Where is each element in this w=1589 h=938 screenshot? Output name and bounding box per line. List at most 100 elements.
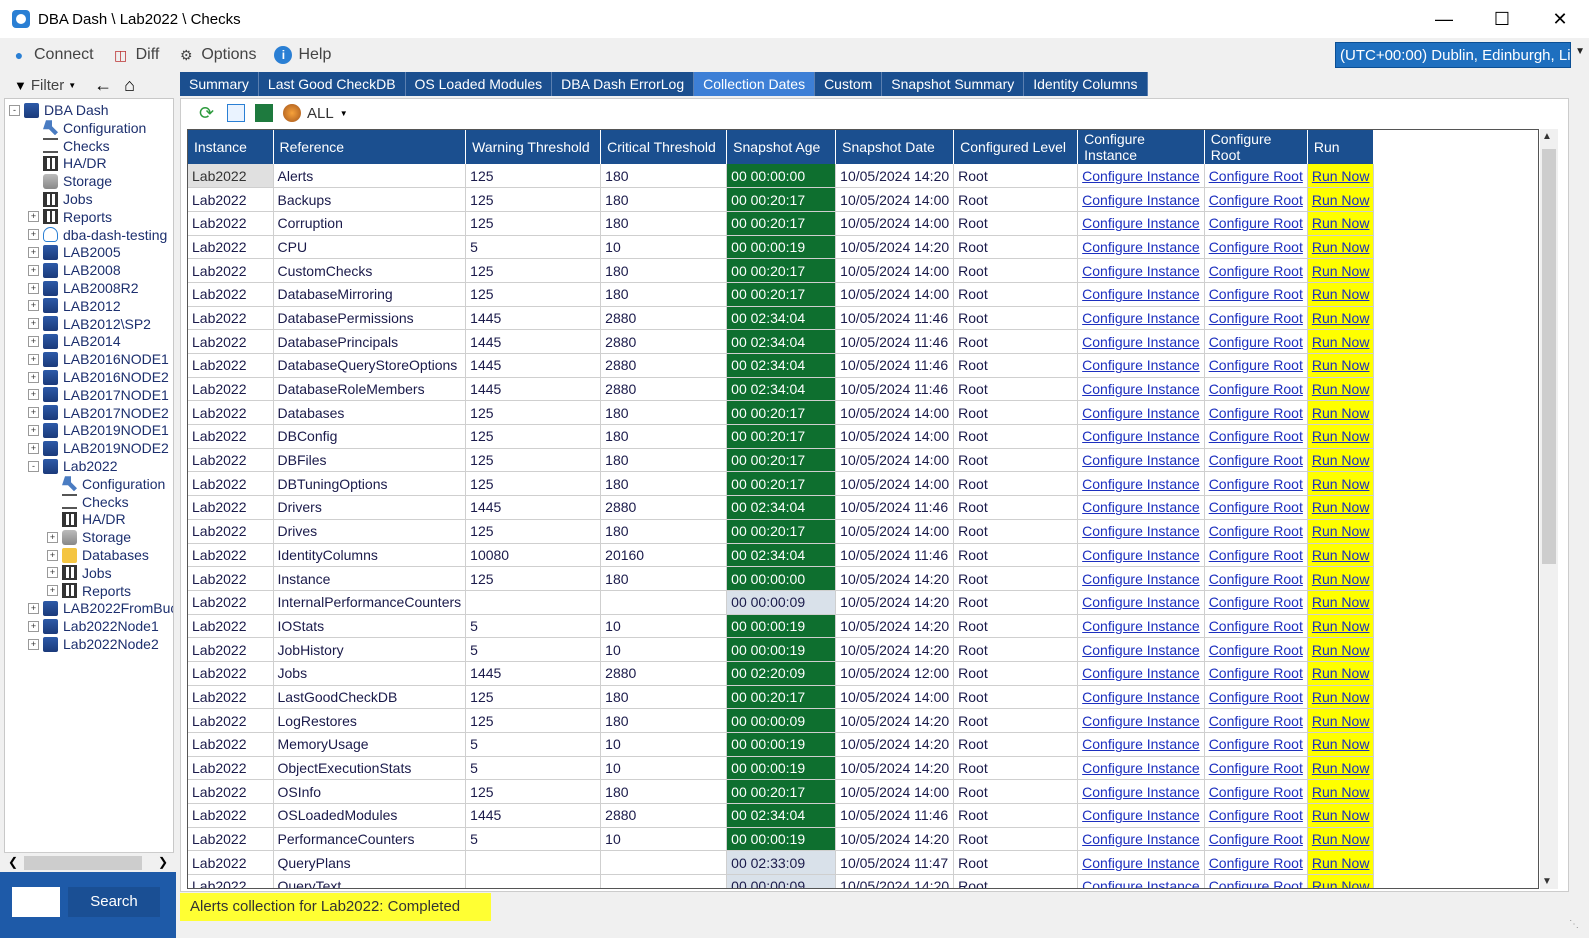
column-header[interactable]: Configure Instance [1077, 130, 1205, 164]
run-now-link[interactable]: Run Now [1307, 353, 1375, 378]
tree-item[interactable]: + LAB2012\SP2 [28, 315, 151, 333]
table-row[interactable]: Lab2022 DatabaseRoleMembers 1445 2880 00 02:… [188, 377, 1375, 402]
scroll-down-icon[interactable]: ▼ [1542, 876, 1552, 887]
scroll-thumb[interactable] [24, 856, 142, 870]
expand-icon[interactable]: + [28, 620, 39, 632]
configure-instance-link[interactable]: Configure Instance [1077, 164, 1205, 189]
configure-root-link[interactable]: Configure Root [1204, 282, 1308, 307]
run-now-link[interactable]: Run Now [1307, 377, 1375, 402]
search-input[interactable] [12, 887, 60, 917]
configure-root-link[interactable]: Configure Root [1204, 756, 1308, 781]
run-now-link[interactable]: Run Now [1307, 827, 1375, 852]
tree-item[interactable]: + LAB2016NODE2 [28, 368, 169, 386]
table-row[interactable]: Lab2022 DatabaseQueryStoreOptions 1445 2880… [188, 353, 1375, 378]
configure-instance-link[interactable]: Configure Instance [1077, 400, 1205, 426]
table-row[interactable]: Lab2022 LogRestores 125 180 00 00:00:09 10/05… [188, 708, 1375, 733]
expand-icon[interactable]: + [28, 246, 39, 258]
maximize-button[interactable]: ☐ [1473, 0, 1531, 38]
configure-root-link[interactable]: Configure Root [1204, 850, 1308, 876]
configure-root-link[interactable]: Configure Root [1204, 708, 1308, 733]
tree-item[interactable]: + LAB2022FromBucl [28, 599, 173, 617]
expand-icon[interactable]: + [28, 638, 39, 650]
grid-vertical-scrollbar[interactable]: ▲ ▼ [1540, 129, 1558, 889]
run-now-link[interactable]: Run Now [1307, 164, 1375, 189]
configure-root-link[interactable]: Configure Root [1204, 424, 1308, 449]
expand-icon[interactable]: + [47, 549, 58, 561]
run-now-link[interactable]: Run Now [1307, 543, 1375, 568]
configure-instance-link[interactable]: Configure Instance [1077, 329, 1205, 354]
column-header[interactable]: Warning Threshold [465, 130, 602, 164]
table-row[interactable]: Lab2022 JobHistory 5 10 00 00:00:19 10/05/202… [188, 637, 1375, 662]
run-now-link[interactable]: Run Now [1307, 566, 1375, 591]
run-now-link[interactable]: Run Now [1307, 187, 1375, 212]
refresh-icon[interactable]: ⟳ [199, 104, 217, 122]
tree-item[interactable]: + Lab2022Node1 [28, 617, 159, 635]
tree-item[interactable]: + dba-dash-testing [28, 226, 167, 244]
table-row[interactable]: Lab2022 IdentityColumns 10080 20160 00 02:34… [188, 543, 1375, 568]
tree-item[interactable]: Configuration [47, 475, 165, 493]
expand-icon[interactable]: + [28, 211, 39, 223]
table-row[interactable]: Lab2022 DBFiles 125 180 00 00:20:17 10/05/202… [188, 448, 1375, 473]
search-button[interactable]: Search [68, 887, 160, 917]
tree-item[interactable]: + LAB2008R2 [28, 279, 139, 297]
tab-summary[interactable]: Summary [180, 72, 259, 96]
tree-horizontal-scrollbar[interactable]: ❮ ❯ [4, 852, 174, 872]
run-now-link[interactable]: Run Now [1307, 850, 1375, 876]
expand-icon[interactable]: + [47, 531, 58, 543]
configure-root-link[interactable]: Configure Root [1204, 187, 1308, 212]
table-row[interactable]: Lab2022 Jobs 1445 2880 00 02:20:09 10/05/2024… [188, 661, 1375, 686]
run-now-link[interactable]: Run Now [1307, 258, 1375, 283]
tree-item[interactable]: + LAB2008 [28, 261, 121, 279]
tree-item[interactable]: + LAB2017NODE2 [28, 404, 169, 422]
tree-item[interactable]: + LAB2019NODE1 [28, 421, 169, 439]
home-icon[interactable]: ⌂ [124, 75, 135, 96]
run-now-link[interactable]: Run Now [1307, 661, 1375, 686]
table-row[interactable]: Lab2022 LastGoodCheckDB 125 180 00 00:20:17 1… [188, 685, 1375, 710]
configure-instance-link[interactable]: Configure Instance [1077, 756, 1205, 781]
run-now-link[interactable]: Run Now [1307, 874, 1375, 888]
tree-item[interactable]: + Databases [47, 546, 149, 564]
tab-dba-dash-errorlog[interactable]: DBA Dash ErrorLog [552, 72, 695, 96]
expand-icon[interactable]: + [28, 389, 39, 401]
table-row[interactable]: Lab2022 OSLoadedModules 1445 2880 00 02:34:0… [188, 803, 1375, 828]
table-row[interactable]: Lab2022 DatabasePrincipals 1445 2880 00 02:3… [188, 329, 1375, 354]
run-now-link[interactable]: Run Now [1307, 329, 1375, 354]
configure-instance-link[interactable]: Configure Instance [1077, 211, 1205, 236]
globe-icon[interactable] [283, 104, 301, 122]
configure-instance-link[interactable]: Configure Instance [1077, 590, 1205, 615]
back-arrow-icon[interactable]: ← [94, 75, 112, 96]
scroll-right-icon[interactable]: ❯ [158, 855, 168, 869]
configure-root-link[interactable]: Configure Root [1204, 329, 1308, 354]
configure-root-link[interactable]: Configure Root [1204, 448, 1308, 473]
chevron-down-icon[interactable]: ▼ [1575, 46, 1585, 57]
column-header[interactable]: Critical Threshold [600, 130, 728, 164]
tree-item[interactable]: HA/DR [28, 154, 107, 172]
configure-instance-link[interactable]: Configure Instance [1077, 803, 1205, 828]
configure-root-link[interactable]: Configure Root [1204, 400, 1308, 426]
table-row[interactable]: Lab2022 ObjectExecutionStats 5 10 00 00:00:1… [188, 756, 1375, 781]
table-row[interactable]: Lab2022 DBTuningOptions 125 180 00 00:20:17 1… [188, 471, 1375, 497]
run-now-link[interactable]: Run Now [1307, 282, 1375, 307]
run-now-link[interactable]: Run Now [1307, 235, 1375, 260]
table-row[interactable]: Lab2022 Instance 125 180 00 00:00:00 10/05/20… [188, 566, 1375, 591]
column-header[interactable]: Run [1307, 130, 1375, 164]
tab-collection-dates[interactable]: Collection Dates [694, 72, 816, 96]
chevron-down-icon[interactable]: ▼ [68, 81, 76, 90]
table-row[interactable]: Lab2022 Backups 125 180 00 00:20:17 10/05/202… [188, 187, 1375, 212]
configure-instance-link[interactable]: Configure Instance [1077, 424, 1205, 449]
configure-root-link[interactable]: Configure Root [1204, 637, 1308, 662]
run-now-link[interactable]: Run Now [1307, 779, 1375, 805]
configure-instance-link[interactable]: Configure Instance [1077, 566, 1205, 591]
configure-root-link[interactable]: Configure Root [1204, 495, 1308, 520]
run-now-link[interactable]: Run Now [1307, 306, 1375, 331]
configure-root-link[interactable]: Configure Root [1204, 874, 1308, 888]
run-now-link[interactable]: Run Now [1307, 637, 1375, 662]
configure-root-link[interactable]: Configure Root [1204, 661, 1308, 686]
expand-icon[interactable]: + [28, 229, 39, 241]
excel-icon[interactable] [255, 104, 273, 122]
run-now-link[interactable]: Run Now [1307, 803, 1375, 828]
timezone-select[interactable]: (UTC+00:00) Dublin, Edinburgh, Li [1335, 42, 1571, 68]
configure-instance-link[interactable]: Configure Instance [1077, 637, 1205, 662]
configure-root-link[interactable]: Configure Root [1204, 377, 1308, 402]
configure-instance-link[interactable]: Configure Instance [1077, 187, 1205, 212]
